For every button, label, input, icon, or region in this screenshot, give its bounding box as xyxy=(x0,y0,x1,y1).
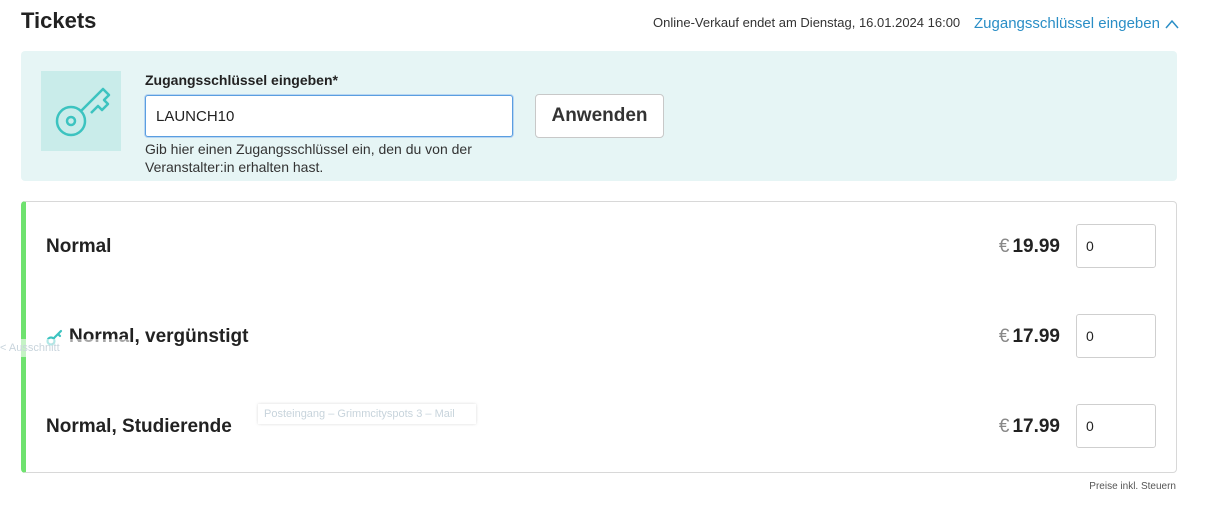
ticket-name: Normal xyxy=(46,236,112,257)
access-key-panel: Zugangsschlüssel eingeben* Anwenden Gib … xyxy=(21,51,1177,181)
ticket-row: Normal, vergünstigt €17.99 xyxy=(26,292,1176,382)
apply-button[interactable]: Anwenden xyxy=(535,94,664,138)
access-key-input[interactable] xyxy=(145,95,513,137)
chevron-up-icon xyxy=(1165,19,1179,28)
ticket-price: €17.99 xyxy=(998,416,1060,437)
quantity-input[interactable] xyxy=(1076,224,1156,268)
ticket-row: Normal, Studierende €17.99 xyxy=(26,382,1176,472)
currency-symbol: € xyxy=(998,326,1010,347)
sale-end-notice: Online-Verkauf endet am Dienstag, 16.01.… xyxy=(653,15,961,30)
ticket-price: €17.99 xyxy=(998,326,1060,347)
currency-symbol: € xyxy=(998,416,1010,437)
quantity-input[interactable] xyxy=(1076,404,1156,448)
key-icon xyxy=(55,87,111,137)
key-toggle-link[interactable]: Zugangsschlüssel eingeben xyxy=(974,15,1180,32)
ghost-label: < Ausschnitt xyxy=(0,339,130,357)
tax-note: Preise inkl. Steuern xyxy=(1089,481,1176,492)
access-key-label: Zugangsschlüssel eingeben* xyxy=(145,72,338,88)
key-toggle-label: Zugangsschlüssel eingeben xyxy=(974,15,1160,32)
ticket-price: €19.99 xyxy=(998,236,1060,257)
page-title: Tickets xyxy=(21,8,97,33)
ticket-row: Normal €19.99 xyxy=(26,202,1176,292)
ghost-tooltip: Posteingang – Grimmcityspots 3 – Mail xyxy=(258,404,476,424)
ticket-name: Normal, Studierende xyxy=(46,416,232,437)
access-key-help: Gib hier einen Zugangsschlüssel ein, den… xyxy=(145,141,472,175)
key-illustration xyxy=(41,71,121,151)
currency-symbol: € xyxy=(998,236,1010,257)
quantity-input[interactable] xyxy=(1076,314,1156,358)
ticket-list: Normal €19.99 Normal, vergünstigt €17.99… xyxy=(21,201,1177,473)
